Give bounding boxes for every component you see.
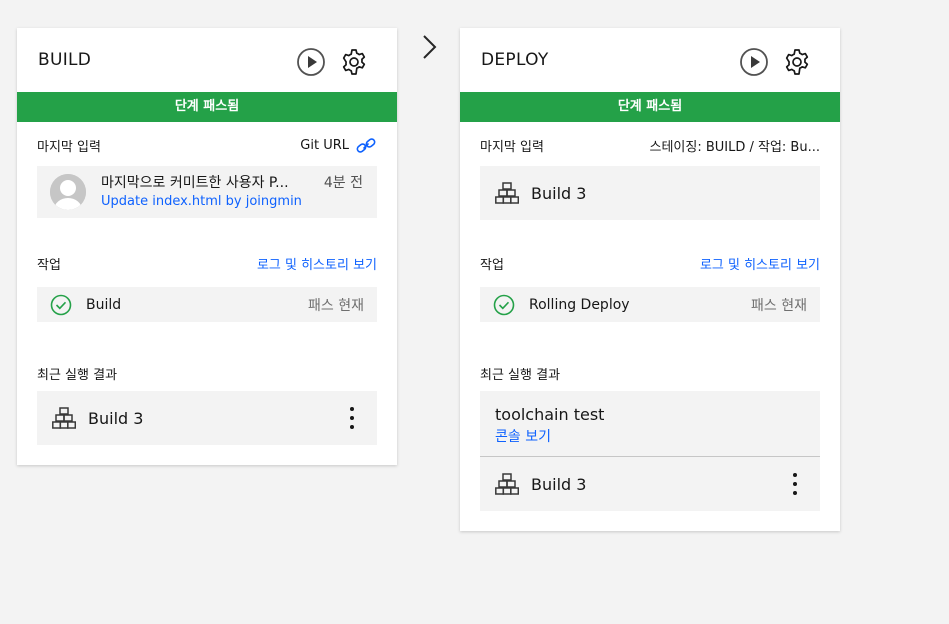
- stage-title: BUILD: [38, 50, 92, 70]
- build-blocks-icon: [495, 182, 519, 204]
- input-source[interactable]: Git URL: [300, 137, 377, 155]
- last-input-label: 마지막 입력: [37, 140, 101, 155]
- input-build-name: Build 3: [531, 183, 587, 203]
- play-icon[interactable]: [739, 47, 769, 77]
- recent-results-label: 최근 실행 결과: [480, 368, 561, 383]
- overflow-menu-icon[interactable]: [342, 404, 362, 432]
- commit-link[interactable]: Update index.html by joingmin: [101, 194, 302, 209]
- recent-build-row[interactable]: Build 3: [480, 457, 820, 511]
- job-row[interactable]: Build 패스 현재: [37, 287, 377, 322]
- gear-icon[interactable]: [339, 47, 369, 77]
- build-blocks-icon: [52, 407, 76, 429]
- stage-title: DEPLOY: [481, 50, 549, 70]
- jobs-row: 작업 로그 및 히스토리 보기: [480, 254, 820, 273]
- view-logs-link[interactable]: 로그 및 히스토리 보기: [700, 254, 820, 273]
- job-status: 패스 현재: [308, 297, 364, 314]
- stage-status-bar: 단계 패스됨: [460, 92, 840, 122]
- last-input-label: 마지막 입력: [480, 140, 544, 155]
- input-source[interactable]: 스테이징: BUILD / 작업: Bu...: [649, 136, 820, 155]
- recent-build-name: Build 3: [531, 474, 587, 494]
- recent-results-row: 최근 실행 결과: [37, 364, 377, 383]
- avatar-icon: [50, 174, 86, 210]
- build-blocks-icon: [495, 473, 519, 495]
- stage-status-bar: 단계 패스됨: [17, 92, 397, 122]
- chevron-right-icon: [423, 35, 437, 59]
- check-circle-icon: [493, 294, 515, 315]
- job-name: Build: [86, 296, 122, 313]
- stage-header: DEPLOY: [460, 28, 840, 92]
- last-input-row: 마지막 입력 Git URL: [37, 136, 377, 155]
- link-icon[interactable]: [355, 137, 377, 155]
- recent-build-tile[interactable]: Build 3: [37, 391, 377, 445]
- job-name: Rolling Deploy: [529, 296, 630, 313]
- recent-results-label: 최근 실행 결과: [37, 368, 118, 383]
- input-build-tile[interactable]: Build 3: [480, 166, 820, 220]
- recent-results-row: 최근 실행 결과: [480, 364, 820, 383]
- overflow-menu-icon[interactable]: [785, 470, 805, 498]
- input-source-label: Git URL: [300, 138, 349, 153]
- recent-build-name: Build 3: [88, 408, 144, 428]
- jobs-row: 작업 로그 및 히스토리 보기: [37, 254, 377, 273]
- job-row[interactable]: Rolling Deploy 패스 현재: [480, 287, 820, 322]
- last-input-row: 마지막 입력 스테이징: BUILD / 작업: Bu...: [480, 136, 820, 155]
- run-name: toolchain test: [495, 405, 605, 424]
- gear-icon[interactable]: [782, 47, 812, 77]
- stage-header: BUILD: [17, 28, 397, 92]
- check-circle-icon: [50, 294, 72, 315]
- play-icon[interactable]: [296, 47, 326, 77]
- commit-time: 4분 전: [323, 175, 363, 191]
- job-status: 패스 현재: [751, 297, 807, 314]
- commit-message: 마지막으로 커미트한 사용자 P...: [101, 175, 289, 191]
- last-commit-tile: 마지막으로 커미트한 사용자 P... 4분 전 Update index.ht…: [37, 166, 377, 218]
- jobs-label: 작업: [37, 258, 61, 273]
- view-console-link[interactable]: 콘솔 보기: [495, 426, 551, 446]
- view-logs-link[interactable]: 로그 및 히스토리 보기: [257, 254, 377, 273]
- stage-card-deploy: DEPLOY 단계 패스됨 마지막 입력 스테이징: BUILD / 작업: B…: [460, 28, 840, 531]
- recent-run-tile: toolchain test 콘솔 보기 Build 3: [480, 391, 820, 511]
- jobs-label: 작업: [480, 258, 504, 273]
- stage-card-build: BUILD 단계 패스됨 마지막 입력 Git URL 마지막으로 커미트한 사…: [17, 28, 397, 465]
